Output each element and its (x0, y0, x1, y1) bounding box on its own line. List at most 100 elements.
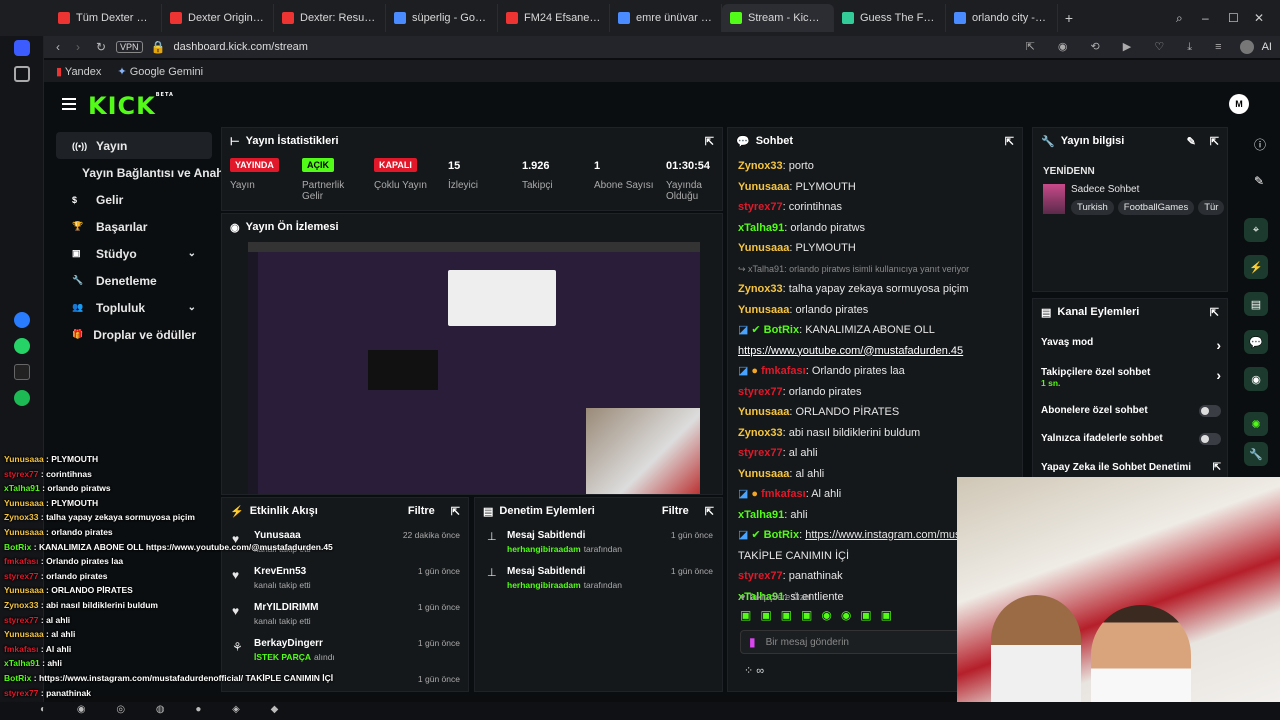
chat-message[interactable]: ↪ xTalha91: orlando piratws isimli kulla… (728, 259, 1022, 280)
forward-icon[interactable]: › (76, 40, 96, 54)
chat-username[interactable]: Yunusaaa (738, 468, 789, 480)
rail-broadcast-button[interactable]: ◉ (1244, 367, 1268, 391)
bookmark-gemini[interactable]: ✦ Google Gemini (117, 65, 203, 78)
chat-message[interactable]: Zynox33: porto (728, 156, 1022, 177)
activity-filter-button[interactable]: Filtre (408, 505, 435, 517)
chat-username[interactable]: styrex77 (738, 386, 783, 398)
chat-username[interactable]: styrex77 (738, 570, 783, 582)
browser-tab[interactable]: Stream - Kick Dashboard (722, 4, 834, 32)
sidebar-item-5[interactable]: 🔧 Denetleme (56, 267, 212, 294)
moderation-row[interactable]: ⊥ Mesaj Sabitlendi herhangibiraadam tarafın… (475, 528, 722, 564)
sidebar-item-4[interactable]: ▣ Stüdyo ⌄ (56, 240, 212, 267)
emote-bar[interactable]: ▣▣▣▣◉◉▣▣ (740, 608, 901, 622)
channel-action-row[interactable]: Yalnızca ifadelerle sohbet (1041, 433, 1221, 445)
browser-tab[interactable]: Dexter: Resurrection 1.Se (274, 4, 386, 32)
chat-username[interactable]: Yunusaaa (738, 242, 789, 254)
channel-action-row[interactable]: Yavaş mod › (1041, 337, 1221, 353)
toolbar-icons[interactable]: ⇱ ◉ ⟲ ▶ ♡ ⤓ ≡ (1026, 40, 1232, 54)
sidebar-item-2[interactable]: $ Gelir (56, 186, 212, 213)
stream-tag[interactable]: Tür (1198, 200, 1225, 215)
chat-username[interactable]: Zynox33 (738, 160, 783, 172)
browser-tab[interactable]: Dexter Original Sin 1. Sez (162, 4, 274, 32)
moderator-name[interactable]: herhangibiraadam (507, 580, 581, 590)
rail-wrench-button[interactable]: 🔧 (1244, 442, 1268, 466)
chat-message[interactable]: ◪ ✔ BotRix: KANALIMIZA ABONE OLL (728, 320, 1022, 341)
maximize-icon[interactable]: ☐ (1228, 11, 1254, 25)
rail-chat-button[interactable]: 💬 (1244, 330, 1268, 354)
x-icon[interactable] (14, 364, 30, 380)
chat-username[interactable]: styrex77 (738, 447, 783, 459)
chat-settings-icons[interactable]: ⁘ ∞ (744, 664, 764, 677)
chat-message[interactable]: Zynox33: abi nasıl bildiklerini buldum (728, 423, 1022, 444)
chat-message[interactable]: Yunusaaa: PLYMOUTH (728, 177, 1022, 198)
bookmark-yandex[interactable]: ▮ Yandex (56, 65, 101, 78)
chat-message[interactable]: styrex77: al ahli (728, 443, 1022, 464)
chat-username[interactable]: Zynox33 (738, 283, 783, 295)
popout-icon[interactable]: ⇱ (1210, 306, 1219, 319)
sidebar-item-0[interactable]: ((•)) Yayın (56, 132, 212, 159)
chat-username[interactable]: xTalha91 (738, 509, 784, 521)
moderator-name[interactable]: herhangibiraadam (507, 544, 581, 554)
rail-bolt-button[interactable]: ⚡ (1244, 255, 1268, 279)
chat-message[interactable]: Zynox33: talha yapay zekaya sormuyosa pi… (728, 279, 1022, 300)
profile-icon[interactable] (1239, 40, 1254, 54)
stream-tag[interactable]: Turkish (1071, 200, 1114, 215)
chat-username[interactable]: styrex77 (738, 201, 783, 213)
new-tab-icon[interactable]: + (1060, 10, 1078, 26)
sidebar-item-6[interactable]: 👥 Topluluk ⌄ (56, 294, 212, 321)
chat-message[interactable]: xTalha91: orlando piratws (728, 218, 1022, 239)
rail-target-button[interactable]: ⌖ (1244, 218, 1268, 242)
browser-tab[interactable]: orlando city - Google'da (946, 4, 1058, 32)
chat-message[interactable]: Yunusaaa: ORLANDO PİRATES (728, 402, 1022, 423)
aria-icon[interactable] (14, 40, 30, 56)
browser-tab[interactable]: FM24 Efsane Taktik: Şamp (498, 4, 610, 32)
moderation-filter-button[interactable]: Filtre (662, 505, 689, 517)
chat-message[interactable]: https://www.youtube.com/@mustafadurden.4… (728, 341, 1022, 362)
chat-message[interactable]: Yunusaaa: orlando pirates (728, 300, 1022, 321)
popout-icon[interactable]: ⇱ (1005, 135, 1014, 148)
minimize-icon[interactable]: – (1202, 11, 1228, 25)
chevron-right-icon[interactable]: › (1216, 337, 1221, 353)
reload-icon[interactable]: ↻ (96, 40, 116, 54)
chat-link[interactable]: https://www.youtube.com/@mustafadurden.4… (738, 345, 963, 357)
chat-username[interactable]: BotRix (764, 529, 799, 541)
kick-logo[interactable]: KICKBETA (88, 92, 174, 120)
taskbar-icons[interactable]: ◐ ◉ ◎ ◍ ● ◈ ◆ (40, 704, 292, 715)
chat-username[interactable]: BotRix (764, 324, 799, 336)
pencil-icon[interactable]: ✎ (1254, 174, 1264, 188)
sidebar-item-3[interactable]: 🏆 Başarılar (56, 213, 212, 240)
close-window-icon[interactable]: ✕ (1254, 11, 1280, 25)
rail-doc-button[interactable]: ▤ (1244, 292, 1268, 316)
sidebar-item-1[interactable]: Yayın Bağlantısı ve Anahtarı (56, 159, 242, 186)
channel-action-row[interactable]: Takipçilere özel sohbet 1 sn. › (1041, 367, 1221, 388)
chat-username[interactable]: fmkafası (761, 365, 806, 377)
chat-username[interactable]: Yunusaaa (738, 304, 789, 316)
channel-action-row[interactable]: Yapay Zeka ile Sohbet Denetimi ⇱ (1041, 462, 1221, 473)
chat-message[interactable]: styrex77: corintihnas (728, 197, 1022, 218)
browser-tab[interactable]: süperlig - Google'da Ara (386, 4, 498, 32)
toggle-switch[interactable] (1199, 405, 1221, 417)
messenger-icon[interactable] (14, 312, 30, 328)
vpn-badge[interactable]: VPN (116, 41, 143, 53)
moderation-row[interactable]: ⊥ Mesaj Sabitlendi herhangibiraadam tarafın… (475, 564, 722, 600)
chat-message[interactable]: styrex77: orlando pirates (728, 382, 1022, 403)
browser-tab[interactable]: emre ünüvar - Google'da (610, 4, 722, 32)
popout-icon[interactable]: ⇱ (1210, 135, 1219, 148)
chat-message[interactable]: Yunusaaa: PLYMOUTH (728, 238, 1022, 259)
chevron-down-icon[interactable]: ⌄ (188, 302, 196, 313)
info-icon[interactable]: ⓘ (1254, 136, 1266, 153)
channel-action-row[interactable]: Abonelere özel sohbet (1041, 405, 1221, 417)
chat-username[interactable]: Yunusaaa (738, 181, 789, 193)
external-link-icon[interactable]: ⇱ (1213, 462, 1221, 473)
toggle-switch[interactable] (1199, 433, 1221, 445)
chat-username[interactable]: xTalha91 (738, 222, 784, 234)
user-avatar[interactable]: M (1229, 94, 1249, 114)
popout-icon[interactable]: ⇱ (705, 505, 714, 518)
whatsapp-icon[interactable] (14, 338, 30, 354)
browser-tab[interactable]: Tüm Dexter dizilerinin kro (50, 4, 162, 32)
chevron-down-icon[interactable]: ⌄ (188, 248, 196, 259)
browser-tab[interactable]: Guess The Football Club (834, 4, 946, 32)
hamburger-icon[interactable] (62, 98, 76, 110)
chevron-right-icon[interactable]: › (1216, 367, 1221, 383)
popout-icon[interactable]: ⇱ (451, 505, 460, 518)
